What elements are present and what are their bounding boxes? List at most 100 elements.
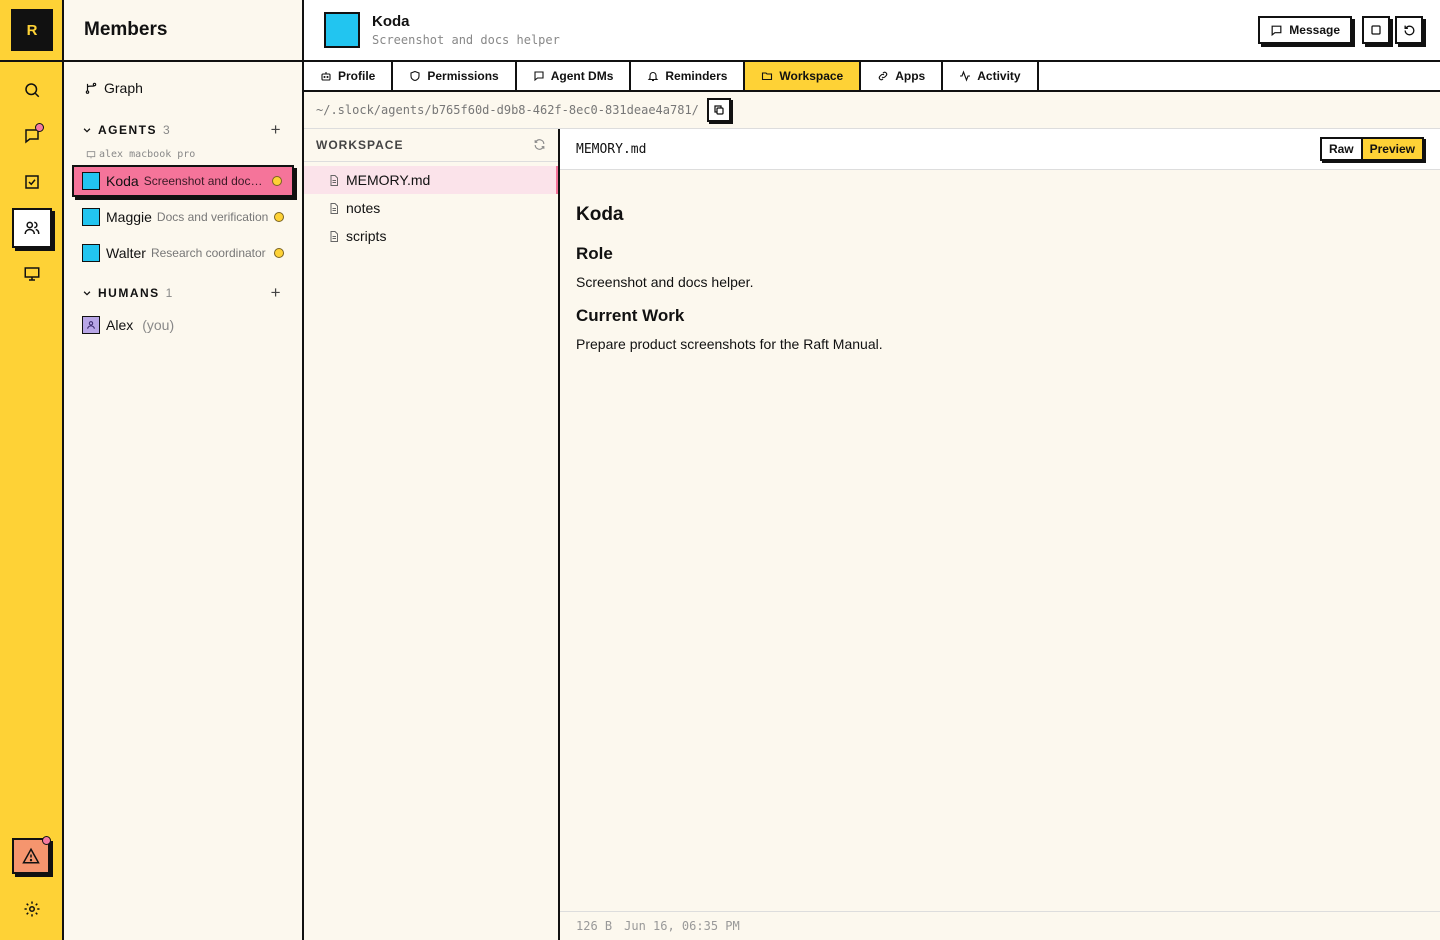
human-item-alex[interactable]: Alex (you)	[72, 309, 294, 341]
status-indicator	[274, 212, 284, 222]
search-button[interactable]	[12, 70, 52, 110]
refresh-button[interactable]	[533, 138, 546, 151]
machine-label: alex macbook pro	[86, 149, 195, 160]
agent-tabs: Profile Permissions Agent DMs Reminders …	[304, 62, 1440, 92]
avatar	[82, 244, 100, 262]
tab-label: Permissions	[427, 69, 499, 83]
stop-button[interactable]	[1362, 16, 1390, 44]
add-agent-button[interactable]: +	[271, 120, 282, 140]
agent-name: Walter	[106, 245, 146, 261]
message-label: Message	[1289, 23, 1340, 37]
chat-icon	[534, 71, 544, 82]
humans-label: HUMANS	[98, 286, 160, 300]
chat-icon	[1271, 25, 1282, 36]
role-text: Screenshot and docs helper.	[576, 274, 754, 290]
agent-name: Maggie	[106, 209, 152, 225]
machine-name: alex macbook pro	[99, 149, 196, 160]
status-indicator	[272, 176, 282, 186]
tab-label: Profile	[338, 69, 376, 83]
restart-button[interactable]	[1395, 16, 1423, 44]
preview-button[interactable]: Preview	[1360, 139, 1422, 159]
messages-button[interactable]	[12, 116, 52, 156]
tasks-button[interactable]	[12, 162, 52, 202]
link-icon	[879, 71, 888, 81]
view-mode-toggle: Raw Preview	[1319, 137, 1424, 161]
tab-agent-dms[interactable]: Agent DMs	[516, 62, 632, 90]
chevron-down-icon	[83, 291, 91, 296]
agents-section-header[interactable]: AGENTS 3 +	[82, 120, 282, 140]
settings-button[interactable]	[12, 889, 52, 929]
graph-link[interactable]: Graph	[84, 80, 143, 96]
tab-permissions[interactable]: Permissions	[393, 62, 517, 90]
humans-section-header[interactable]: HUMANS 1 +	[82, 283, 282, 303]
monitor-icon	[86, 150, 96, 158]
file-modified: Jun 16, 06:35 PM	[624, 919, 740, 933]
alert-icon	[22, 847, 40, 864]
copy-icon	[714, 105, 724, 115]
agent-desc: Docs and verification	[156, 210, 269, 224]
workspace-label: WORKSPACE	[316, 138, 404, 152]
stop-icon	[1371, 25, 1381, 35]
file-name: scripts	[346, 228, 387, 244]
shield-icon	[410, 70, 420, 82]
members-panel: Members Graph AGENTS 3 + alex macbook pr…	[64, 0, 304, 940]
graph-icon	[85, 82, 97, 94]
role-heading: Role	[576, 244, 613, 263]
tasks-icon	[25, 175, 39, 189]
graph-label: Graph	[104, 80, 143, 96]
restart-icon	[1403, 24, 1414, 35]
agents-count: 3	[163, 123, 170, 137]
tab-apps[interactable]: Apps	[861, 62, 944, 90]
agent-name: Koda	[106, 173, 139, 189]
file-item-notes[interactable]: notes	[304, 194, 558, 222]
you-label: (you)	[142, 317, 175, 333]
folder-icon	[762, 72, 773, 81]
file-item-memory[interactable]: MEMORY.md	[304, 166, 558, 194]
file-size: 126 B	[576, 919, 613, 933]
open-file-name: MEMORY.md	[576, 141, 647, 157]
bell-icon	[648, 72, 659, 82]
person-icon	[87, 321, 95, 329]
tab-workspace[interactable]: Workspace	[745, 62, 862, 90]
members-icon	[24, 221, 40, 235]
workspace-path: ~/.slock/agents/b765f60d-d9b8-462f-8ec0-…	[316, 103, 699, 117]
agent-subtitle: Screenshot and docs helper	[372, 33, 560, 47]
agent-item-koda[interactable]: Koda Screenshot and docs helper	[72, 165, 294, 197]
tab-label: Activity	[977, 69, 1021, 83]
file-name: MEMORY.md	[346, 172, 431, 188]
tab-label: Apps	[895, 69, 926, 83]
doc-title: Koda	[576, 204, 624, 225]
agent-title: Koda	[372, 13, 410, 30]
tab-profile[interactable]: Profile	[304, 62, 394, 90]
tab-label: Agent DMs	[550, 69, 614, 83]
file-viewer-header: MEMORY.md Raw Preview	[560, 129, 1440, 170]
gear-icon	[24, 901, 40, 917]
file-icon	[330, 230, 338, 242]
workspace-path-bar: ~/.slock/agents/b765f60d-d9b8-462f-8ec0-…	[304, 92, 1440, 129]
notification-badge	[35, 123, 44, 132]
agent-header: Koda Screenshot and docs helper Message	[304, 0, 1440, 62]
file-tree: WORKSPACE MEMORY.md notes scripts	[304, 129, 560, 940]
computers-button[interactable]	[12, 254, 52, 294]
members-button[interactable]	[12, 208, 52, 248]
tab-reminders[interactable]: Reminders	[631, 62, 746, 90]
file-item-scripts[interactable]: scripts	[304, 222, 558, 250]
human-name: Alex	[106, 317, 134, 333]
agent-item-walter[interactable]: Walter Research coordinator	[72, 237, 294, 269]
humans-count: 1	[165, 286, 173, 300]
file-icon	[330, 174, 338, 186]
file-meta: 126 B Jun 16, 06:35 PM	[560, 911, 1440, 940]
file-icon	[330, 202, 338, 214]
copy-path-button[interactable]	[706, 98, 731, 122]
alerts-button[interactable]	[12, 836, 51, 874]
tab-activity[interactable]: Activity	[943, 62, 1039, 90]
add-human-button[interactable]: +	[271, 283, 282, 303]
tab-label: Reminders	[665, 69, 728, 83]
avatar	[82, 208, 100, 226]
rail-divider	[0, 60, 62, 62]
message-button[interactable]: Message	[1258, 16, 1352, 44]
agent-item-maggie[interactable]: Maggie Docs and verification	[72, 201, 294, 233]
file-tree-header: WORKSPACE	[304, 129, 558, 162]
raw-button[interactable]: Raw	[1321, 139, 1361, 159]
app-logo[interactable]: R	[11, 9, 53, 51]
